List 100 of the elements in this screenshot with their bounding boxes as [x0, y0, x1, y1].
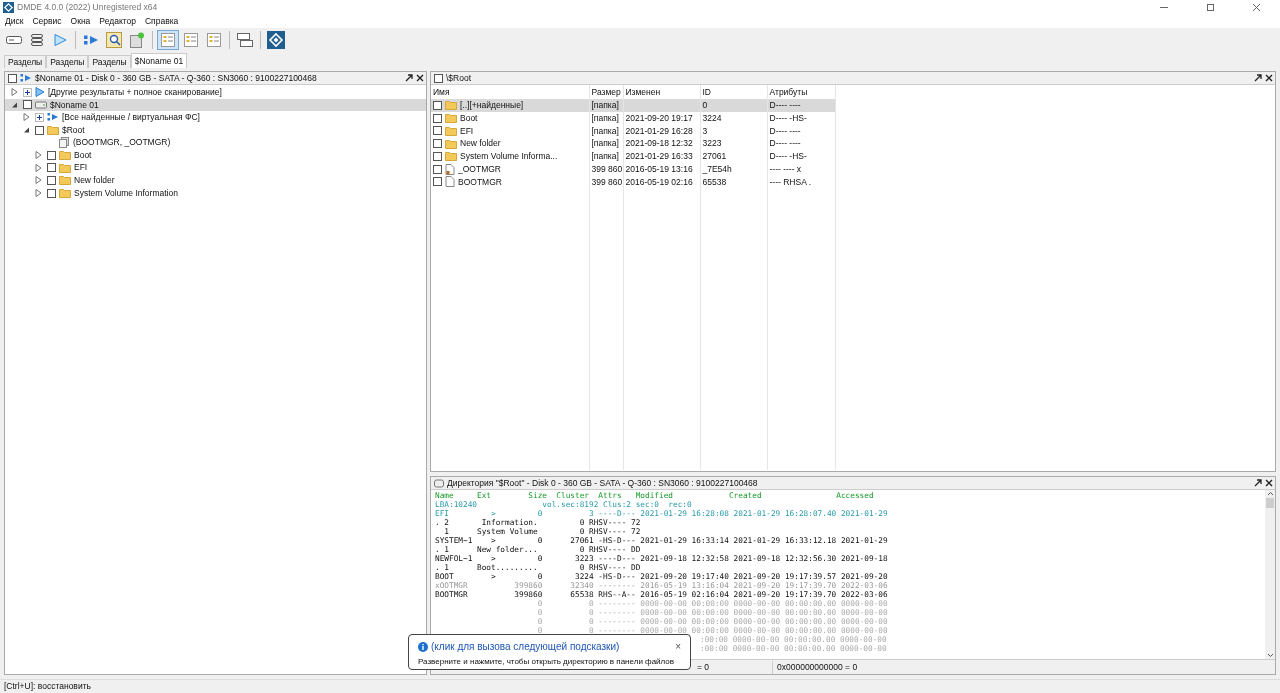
checkbox[interactable] — [8, 73, 17, 83]
tab[interactable]: $Noname 01 — [130, 53, 188, 68]
tree-item[interactable]: Boot — [74, 148, 92, 162]
scroll-up-icon[interactable] — [1266, 490, 1274, 498]
table-cell: 2016-05-19 13:16 — [625, 163, 693, 174]
table-cell: ---- ---- x — [769, 163, 802, 174]
expand-arrow-icon[interactable] — [23, 113, 30, 122]
table-cell: 399 860 — [591, 176, 623, 187]
toolbar-button[interactable] — [265, 30, 287, 50]
checkbox[interactable] — [433, 139, 442, 149]
close-icon[interactable] — [1265, 479, 1273, 487]
collapse-arrow-icon[interactable] — [23, 126, 30, 135]
expand-arrow-icon[interactable] — [35, 189, 42, 198]
checkbox[interactable] — [433, 126, 442, 136]
tab[interactable]: Разделы — [46, 55, 89, 68]
table-cell: [папка] — [591, 112, 619, 123]
file-name[interactable]: Boot — [460, 111, 478, 125]
collapse-arrow-icon[interactable] — [11, 100, 18, 109]
folder-icon — [59, 188, 71, 199]
window-title: DMDE 4.0.0 (2022) Unregistered x64 — [17, 1, 158, 14]
file-name[interactable]: EFI — [460, 124, 474, 138]
checkbox[interactable] — [433, 113, 442, 123]
tree-item[interactable]: [Все найденные / виртуальная ФС] — [62, 111, 200, 124]
checkbox[interactable] — [433, 177, 442, 187]
tab[interactable]: Разделы — [88, 55, 131, 68]
file-name[interactable]: _OOTMGR — [458, 162, 501, 176]
menu-item[interactable]: Справка — [144, 15, 179, 28]
table-cell: 3223 — [702, 138, 722, 149]
plus-icon — [35, 113, 44, 122]
status-text: [Ctrl+U]: восстановить — [4, 680, 91, 693]
toolbar-button[interactable] — [234, 30, 256, 50]
tree-item[interactable]: $Root — [62, 123, 85, 137]
table-cell: 2021-01-29 16:28 — [625, 125, 693, 136]
status-value: = 0 — [697, 660, 711, 674]
checkbox[interactable] — [434, 73, 443, 83]
checkbox[interactable] — [47, 163, 56, 173]
drive-icon — [35, 100, 47, 109]
folder-icon — [59, 162, 71, 173]
scroll-down-icon[interactable] — [1266, 651, 1274, 659]
scan-icon — [47, 112, 59, 123]
tree-item[interactable]: New folder — [74, 174, 115, 187]
checkbox[interactable] — [47, 188, 56, 198]
table-cell: 2021-01-29 16:33 — [625, 151, 693, 161]
table-cell: 3224 — [702, 112, 722, 123]
tree-item[interactable]: EFI — [74, 161, 88, 175]
tree-item[interactable]: System Volume Information — [74, 186, 178, 200]
table-cell: ---- RHSA . — [769, 176, 812, 187]
menu-item[interactable]: Редактор — [99, 15, 136, 28]
file-name[interactable]: BOOTMGR — [458, 175, 502, 189]
close-icon[interactable] — [1265, 74, 1273, 82]
panel-title: Директория "$Root" - Disk 0 - 360 GB - SATA - Q-360 : SN3060 : 9100227100468 — [447, 476, 758, 490]
table-cell: D---- ---- — [769, 138, 801, 149]
checkbox[interactable] — [47, 150, 56, 160]
new-document-icon — [129, 32, 145, 48]
undock-icon[interactable] — [1254, 479, 1262, 487]
checkbox[interactable] — [433, 164, 442, 174]
checkbox[interactable] — [23, 100, 32, 110]
table-cell: D---- -HS- — [769, 112, 807, 123]
table-cell: [папка] — [591, 151, 619, 161]
tree-item[interactable]: (BOOTMGR, _OOTMGR) — [73, 136, 171, 150]
play-icon — [35, 87, 45, 98]
tree-item[interactable]: [Другие результаты + полное сканирование] — [48, 85, 222, 99]
menu-item[interactable]: Сервис — [32, 15, 62, 28]
expand-arrow-icon[interactable] — [35, 176, 42, 185]
file-name[interactable]: System Volume Informa... — [460, 150, 558, 163]
undock-icon[interactable] — [405, 74, 413, 82]
tree-item[interactable]: $Noname 01 — [50, 98, 99, 112]
expand-arrow-icon[interactable] — [35, 163, 42, 172]
damaged-file-icon — [445, 163, 455, 175]
scan-icon — [83, 34, 99, 46]
logo-icon — [267, 31, 285, 49]
scroll-thumb[interactable] — [1266, 498, 1274, 508]
toolbar-button[interactable] — [103, 30, 125, 50]
folder-icon — [59, 175, 71, 186]
tooltip-close[interactable]: × — [675, 639, 681, 654]
file-name[interactable]: New folder — [460, 137, 501, 150]
checkbox[interactable] — [433, 151, 442, 161]
hint-tooltip[interactable]: (клик для вызова следующей подсказки) × Разверните и нажмите, чтобы открыть директорию в панели файлов — [408, 634, 691, 670]
scrollbar[interactable] — [1265, 490, 1275, 659]
checkbox[interactable] — [35, 125, 44, 135]
table-cell: 0 — [702, 100, 708, 110]
file-icon — [445, 176, 455, 188]
tab[interactable]: Разделы — [4, 55, 47, 68]
view-icon — [161, 33, 175, 47]
folder-icon — [445, 138, 457, 149]
table-cell: D---- ---- — [769, 125, 801, 136]
menu-item[interactable]: Окна — [70, 15, 91, 28]
expand-arrow-icon[interactable] — [11, 88, 18, 97]
table-cell: 2021-09-18 12:32 — [625, 138, 693, 149]
play-icon — [53, 33, 67, 47]
tooltip-title[interactable]: (клик для вызова следующей подсказки) — [431, 639, 620, 654]
view-icon — [184, 33, 198, 47]
checkbox[interactable] — [47, 175, 56, 185]
panel-title: $Noname 01 - Disk 0 - 360 GB - SATA - Q-360 : SN3060 : 9100227100468 — [35, 71, 317, 85]
undock-icon[interactable] — [1254, 74, 1262, 82]
file-name[interactable]: [..][+найденные] — [460, 99, 524, 112]
expand-arrow-icon[interactable] — [35, 151, 42, 160]
menu-item[interactable]: Диск — [5, 15, 24, 28]
close-icon[interactable] — [416, 74, 424, 82]
checkbox[interactable] — [433, 100, 442, 110]
